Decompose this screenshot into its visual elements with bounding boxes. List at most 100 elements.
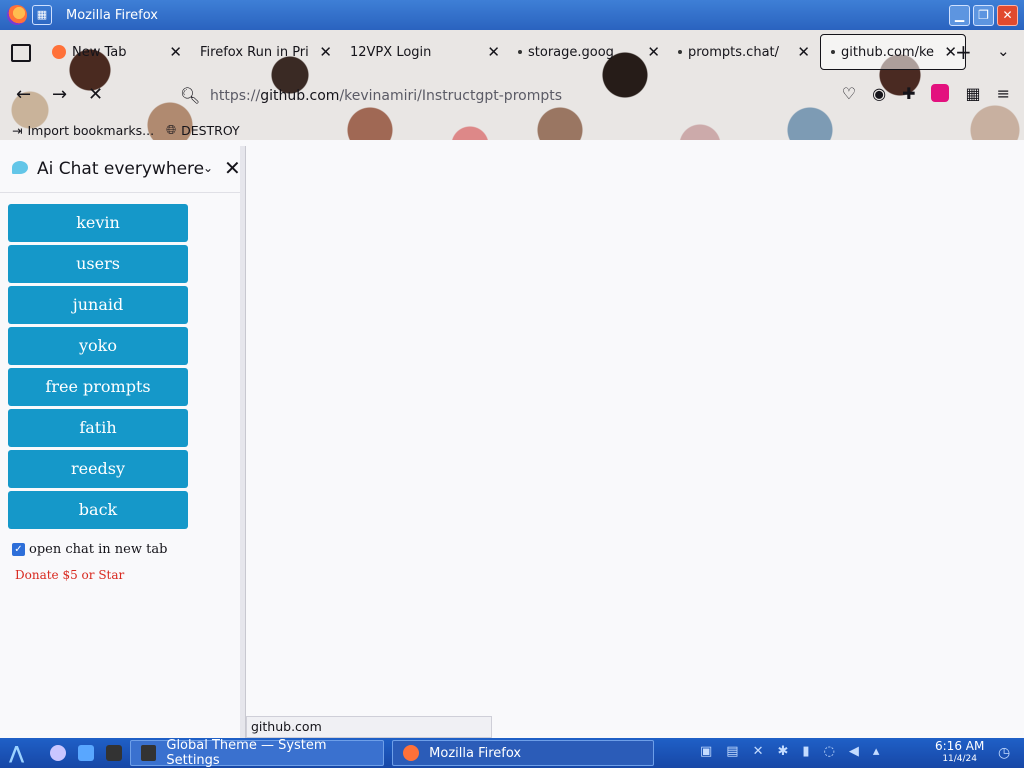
- close-window-button[interactable]: ✕: [997, 5, 1018, 26]
- tab-prompts-chat[interactable]: prompts.chat/ ✕: [668, 35, 818, 69]
- toolbar-icons: ♡ ◉ ✚ ▦ ≡: [842, 84, 1010, 103]
- firefox-logo-icon: [7, 5, 27, 25]
- tab-label: 12VPX Login: [350, 44, 432, 60]
- tab-close-icon[interactable]: ✕: [319, 43, 332, 61]
- app-launcher-icon[interactable]: ⋀: [9, 743, 24, 764]
- url-path: /kevinamiri/Instructgpt-prompts: [339, 88, 563, 104]
- prompt-button-reedsy[interactable]: reedsy: [8, 450, 188, 488]
- pocket-icon[interactable]: ♡: [842, 84, 856, 103]
- minimize-button[interactable]: ▁: [949, 5, 970, 26]
- close-sidebar-button[interactable]: ✕: [224, 156, 241, 180]
- tab-close-icon[interactable]: ✕: [169, 43, 182, 61]
- browser-launcher-icon[interactable]: [50, 745, 67, 761]
- checkbox-label: open chat in new tab: [29, 542, 168, 557]
- task-firefox[interactable]: Mozilla Firefox: [392, 740, 655, 766]
- tab-close-icon[interactable]: ✕: [487, 43, 500, 61]
- url-host: github.com: [260, 88, 340, 104]
- prompt-button-list: kevin users junaid yoko free prompts fat…: [8, 204, 188, 532]
- tab-loading-dot: [831, 50, 835, 54]
- list-all-tabs-button[interactable]: ⌄: [997, 42, 1010, 60]
- extension-sidebar: Ai Chat everywhere ⌄ ✕ kevin users junai…: [0, 146, 241, 738]
- tab-storage[interactable]: storage.goog ✕: [508, 35, 668, 69]
- app-menu-icon[interactable]: ▦: [32, 5, 52, 25]
- tab-github-active[interactable]: github.com/ke ✕: [820, 34, 966, 70]
- bookmark-label: DESTROY: [181, 122, 240, 138]
- clock-time: 6:16 AM: [935, 739, 985, 753]
- navigation-toolbar: ← → ✕ 🔍︎ https:// github.com /kevinamiri…: [0, 76, 1024, 116]
- prompt-button-yoko[interactable]: yoko: [8, 327, 188, 365]
- mute-icon[interactable]: ✕: [753, 744, 764, 759]
- tab-label: prompts.chat/: [688, 44, 780, 60]
- prompt-button-users[interactable]: users: [8, 245, 188, 283]
- prompt-button-free-prompts[interactable]: free prompts: [8, 368, 188, 406]
- settings-icon: [141, 745, 157, 761]
- bookmark-import[interactable]: ⇥ Import bookmarks...: [12, 123, 154, 138]
- prompt-button-fatih[interactable]: fatih: [8, 409, 188, 447]
- bookmarks-toolbar: ⇥ Import bookmarks... 🌐︎ DESTROY: [0, 120, 1024, 140]
- clock-date: 11/4/24: [942, 754, 978, 764]
- tray-expand-icon[interactable]: ▴: [873, 744, 880, 759]
- network-icon[interactable]: ◌: [824, 744, 835, 759]
- globe-icon: 🌐︎: [166, 122, 177, 137]
- menu-icon[interactable]: ≡: [997, 84, 1010, 103]
- terminal-icon[interactable]: [106, 745, 123, 761]
- tab-firefox-private[interactable]: Firefox Run in Pri ✕: [190, 35, 340, 69]
- forward-button[interactable]: →: [52, 84, 67, 105]
- open-in-new-tab-option[interactable]: ✓ open chat in new tab: [12, 542, 167, 557]
- tab-strip: New Tab ✕ Firefox Run in Pri ✕ 12VPX Log…: [0, 34, 1024, 70]
- stop-button[interactable]: ✕: [88, 84, 103, 105]
- show-desktop-icon[interactable]: ◷: [998, 745, 1010, 761]
- url-scheme: https://: [210, 88, 261, 104]
- firefox-tab-icon: [52, 45, 66, 59]
- prompt-button-kevin[interactable]: kevin: [8, 204, 188, 242]
- sidebar-title[interactable]: Ai Chat everywhere: [37, 159, 204, 179]
- clock[interactable]: 6:16 AM 11/4/24: [935, 740, 984, 766]
- tab-label: Firefox Run in Pri: [200, 44, 309, 60]
- task-label: Global Theme — System Settings: [166, 738, 327, 768]
- tab-label: github.com/ke: [841, 44, 935, 60]
- donate-link[interactable]: Donate $5 or Star: [15, 568, 124, 582]
- page-content: [246, 146, 1024, 738]
- window-controls: ▁ ❐ ✕: [949, 5, 1018, 26]
- tab-loading-dot: [518, 50, 522, 54]
- bookmark-destroy[interactable]: 🌐︎ DESTROY: [166, 122, 240, 138]
- firefox-icon: [403, 745, 420, 761]
- battery-icon[interactable]: ▮: [802, 744, 809, 759]
- sidebar-header: Ai Chat everywhere ⌄ ✕: [0, 146, 241, 193]
- taskbar: ⋀ Global Theme — System Settings Mozilla…: [0, 738, 1024, 768]
- file-manager-icon[interactable]: [78, 745, 95, 761]
- volume-icon[interactable]: ◀: [849, 744, 859, 759]
- window-title: Mozilla Firefox: [66, 7, 158, 23]
- tab-loading-dot: [678, 50, 682, 54]
- link-status-panel: github.com: [246, 716, 492, 738]
- extension-badge-icon[interactable]: [931, 84, 950, 102]
- import-icon: ⇥: [12, 122, 23, 138]
- tab-close-icon[interactable]: ✕: [797, 43, 810, 61]
- tab-12vpx-login[interactable]: 12VPX Login ✕: [340, 35, 508, 69]
- back-button[interactable]: ←: [16, 84, 31, 105]
- tab-label: storage.goog: [528, 44, 614, 60]
- tab-close-icon[interactable]: ✕: [647, 43, 660, 61]
- display-icon[interactable]: ▣: [700, 744, 712, 759]
- prompt-button-back[interactable]: back: [8, 491, 188, 529]
- clipboard-icon[interactable]: ▤: [726, 744, 738, 759]
- open-in-new-tab-checkbox[interactable]: ✓: [12, 543, 25, 556]
- window-titlebar: ▦ Mozilla Firefox ▁ ❐ ✕: [0, 0, 1024, 30]
- prompt-button-junaid[interactable]: junaid: [8, 286, 188, 324]
- search-icon: 🔍︎: [180, 86, 201, 105]
- maximize-button[interactable]: ❐: [973, 5, 994, 26]
- apps-grid-icon[interactable]: ▦: [965, 84, 980, 103]
- tab-new-tab[interactable]: New Tab ✕: [42, 35, 190, 69]
- extensions-icon[interactable]: ✚: [902, 84, 915, 103]
- chat-bubble-icon: [12, 161, 28, 174]
- new-tab-button[interactable]: +: [955, 40, 972, 64]
- account-icon[interactable]: ◉: [872, 84, 886, 103]
- url-bar[interactable]: 🔍︎ https:// github.com /kevinamiri/Instr…: [170, 82, 770, 110]
- tab-label: New Tab: [72, 44, 127, 60]
- bluetooth-icon[interactable]: ✱: [778, 744, 789, 759]
- bookmark-label: Import bookmarks...: [27, 122, 155, 138]
- chevron-down-icon[interactable]: ⌄: [203, 161, 213, 175]
- system-tray: ▣ ▤ ✕ ✱ ▮ ◌ ◀ ▴: [700, 744, 879, 759]
- task-label: Mozilla Firefox: [429, 745, 522, 761]
- task-system-settings[interactable]: Global Theme — System Settings: [130, 738, 385, 768]
